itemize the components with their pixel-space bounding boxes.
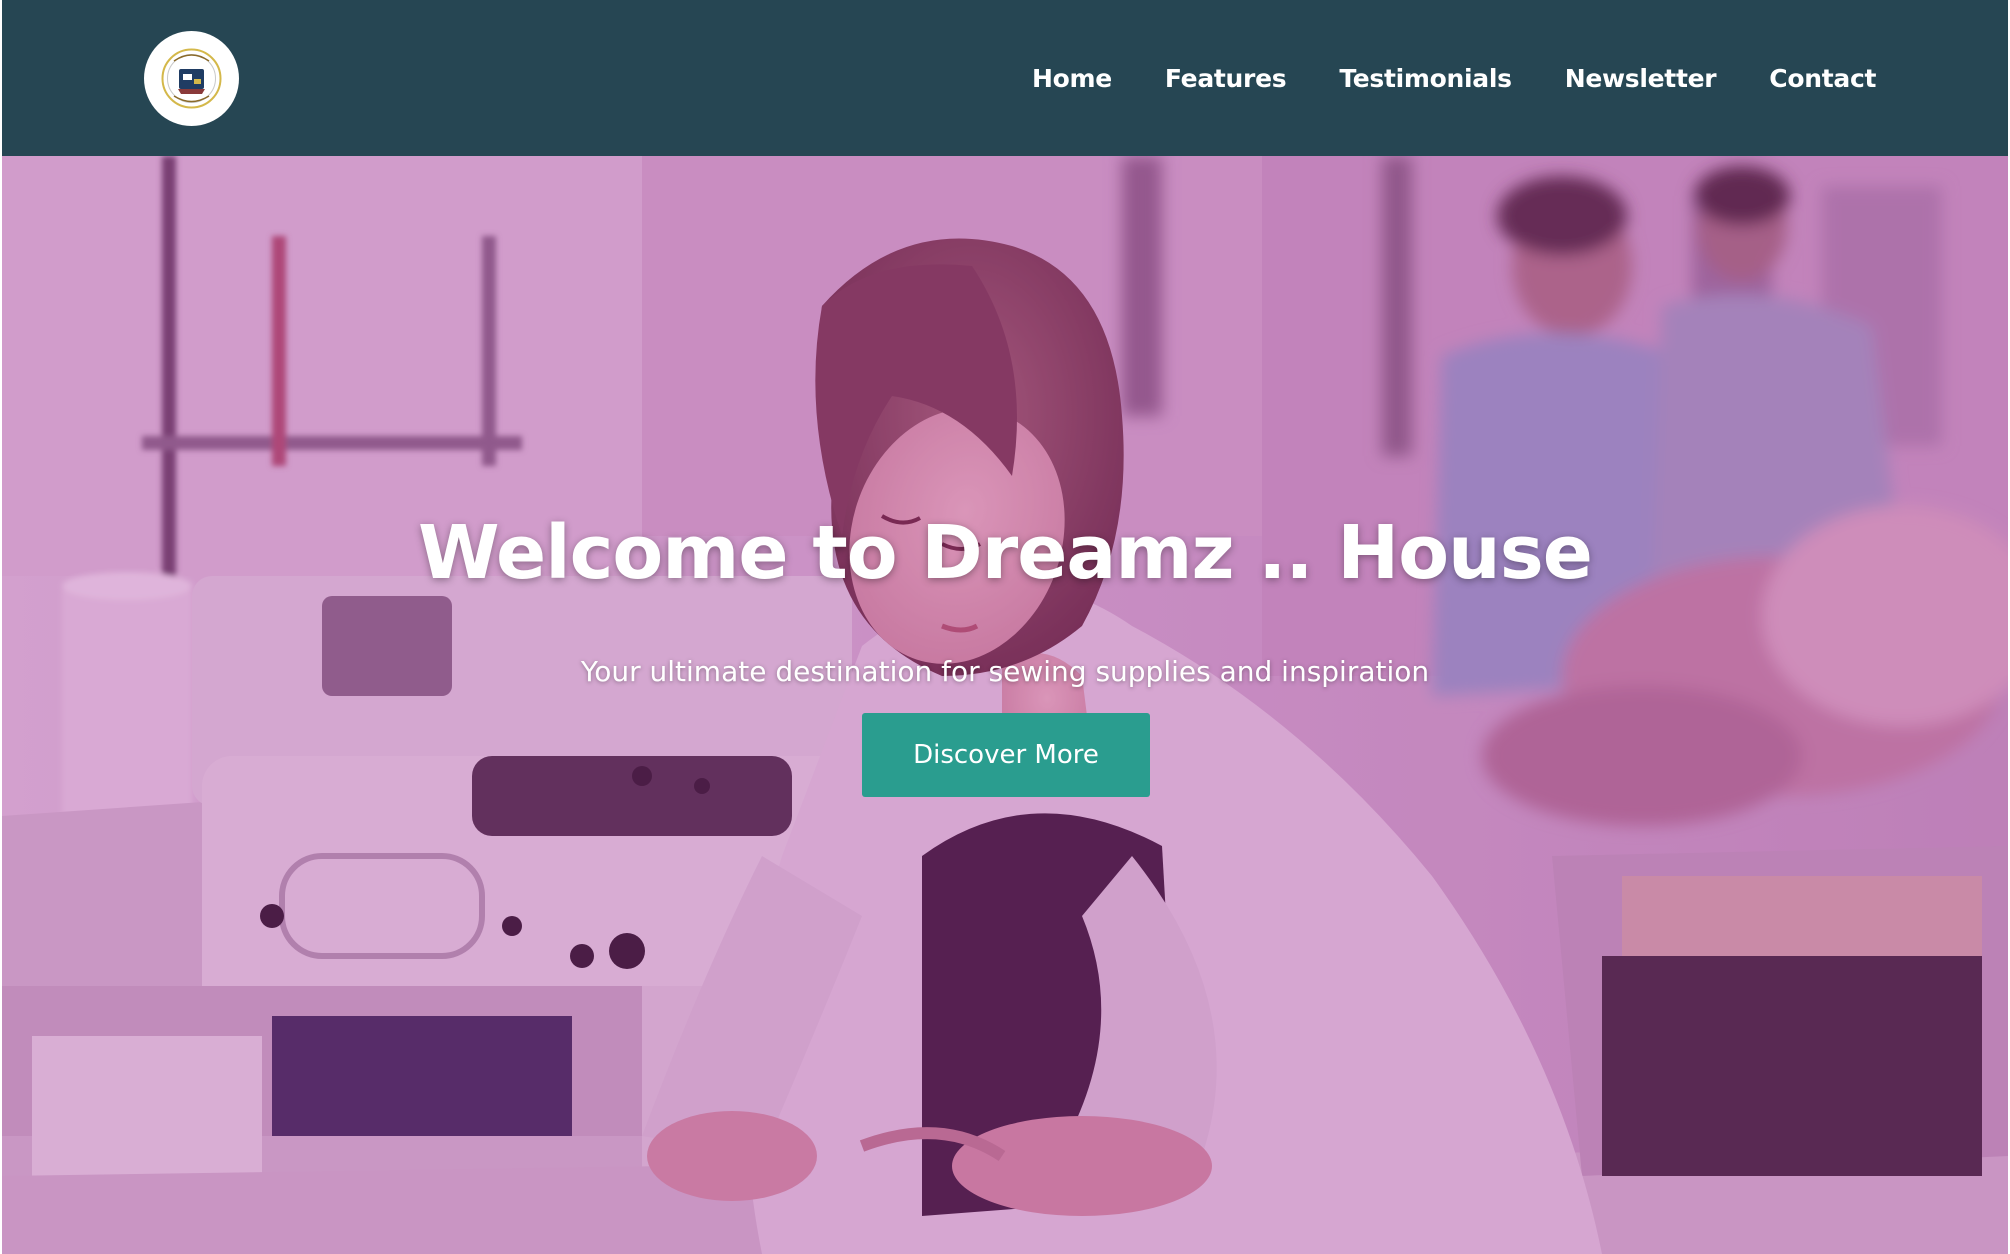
page: Home Features Testimonials Newsletter Co…	[0, 0, 2010, 1254]
navbar: Home Features Testimonials Newsletter Co…	[2, 0, 2008, 156]
nav-newsletter[interactable]: Newsletter	[1565, 64, 1717, 93]
hero-section: Welcome to Dreamz .. House Your ultimate…	[2, 156, 2008, 1254]
brand-logo-icon	[144, 31, 239, 126]
nav-features[interactable]: Features	[1165, 64, 1287, 93]
hero-title: Welcome to Dreamz .. House	[418, 510, 1593, 596]
hero-subtitle: Your ultimate destination for sewing sup…	[580, 655, 1430, 688]
main-nav: Home Features Testimonials Newsletter Co…	[1032, 0, 1876, 156]
hero-overlay	[2, 156, 2008, 1254]
discover-more-button[interactable]: Discover More	[862, 713, 1150, 797]
nav-testimonials[interactable]: Testimonials	[1339, 64, 1512, 93]
brand-logo[interactable]	[144, 31, 239, 126]
nav-home[interactable]: Home	[1032, 64, 1112, 93]
nav-contact[interactable]: Contact	[1769, 64, 1876, 93]
